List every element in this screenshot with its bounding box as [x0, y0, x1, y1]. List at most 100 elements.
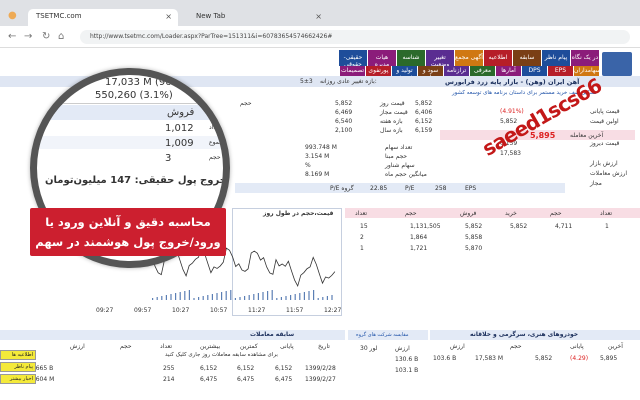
- info-label: بازه هفته: [380, 118, 403, 125]
- volume-bar: [299, 293, 301, 300]
- lens-sell-value: 1,009: [165, 138, 194, 149]
- forward-icon[interactable]: →: [24, 31, 32, 42]
- eps-value: 258: [435, 185, 447, 192]
- order-cell: 1,131,505: [410, 223, 441, 230]
- menu-item[interactable]: حقیقی-حقوقی: [339, 50, 367, 68]
- tab-close-icon[interactable]: ×: [315, 12, 322, 21]
- right-value: (4.91%): [500, 108, 524, 115]
- tab-close-icon[interactable]: ×: [165, 12, 172, 21]
- stat-value: 3.154 M: [305, 153, 330, 160]
- volume-bar: [152, 298, 154, 300]
- order-cell: 2: [360, 234, 364, 241]
- tab-new[interactable]: New Tab ×: [188, 9, 328, 26]
- menu-item[interactable]: تصمیمات مجمع: [340, 66, 365, 81]
- menu-item[interactable]: هیات مدیره: [368, 50, 396, 68]
- menu-item[interactable]: در یک نگاه: [571, 50, 599, 66]
- history-header-cell: ارزش: [70, 343, 85, 350]
- info-label: حجم: [240, 100, 252, 107]
- volume-bar: [248, 295, 250, 300]
- order-cell: 1: [605, 223, 609, 230]
- menu-item[interactable]: DPS: [522, 66, 547, 76]
- sector-cell: 5,895: [600, 355, 618, 362]
- banner-line-1: محاسبه دقیق و آنلاین ورود یا: [45, 215, 211, 229]
- history-cell: 214: [163, 376, 175, 383]
- right-label: ارزش معاملات: [590, 170, 628, 177]
- order-cell: 5,858: [465, 234, 483, 241]
- menu-item[interactable]: اطلاعیه: [484, 50, 512, 66]
- order-cell: 5,852: [465, 223, 483, 230]
- order-header: خرید: [505, 210, 517, 217]
- menu-item[interactable]: سود و زیان: [418, 66, 443, 81]
- lens-row-label: حجم: [209, 154, 221, 161]
- last-trade-label: آخرین معامله: [570, 132, 604, 139]
- sector-header-cell: حجم: [510, 343, 522, 350]
- sector-cell: 17,583 M: [475, 355, 504, 362]
- menu-item[interactable]: آمارها: [496, 66, 521, 76]
- volume-bar: [331, 295, 333, 300]
- info-label: بازه سال: [380, 127, 403, 134]
- lens-row-bg: [37, 136, 223, 149]
- menu-item[interactable]: EPS: [548, 66, 573, 76]
- menu-item[interactable]: پیام ناظر: [542, 50, 570, 66]
- lens-money-flow: خروج پول حقیقی: 147 میلیون‌تومان: [45, 175, 227, 186]
- menu-item[interactable]: شناسه: [397, 50, 425, 66]
- lens-sell-value: 3: [165, 153, 172, 164]
- info-label: قیمت روز: [380, 100, 405, 107]
- side-button[interactable]: پیام ناظر: [0, 362, 36, 372]
- stat-label: سهام شناور: [385, 162, 415, 169]
- info-value: 2,100: [335, 127, 353, 134]
- volume-bar: [308, 291, 310, 300]
- home-icon[interactable]: ⌂: [58, 31, 64, 42]
- stat-value: %: [305, 162, 311, 169]
- stat-label: میانگین حجم ماه: [385, 171, 427, 178]
- group-compare-bar: مقایسه شرکت های گروه: [348, 330, 428, 340]
- order-header: فروش: [460, 210, 477, 217]
- tab-tsetmc[interactable]: TSETMC.com ×: [28, 9, 178, 26]
- volume-bar: [313, 290, 315, 300]
- info-value: 6,469: [335, 109, 353, 116]
- info-value: 6,540: [335, 118, 353, 125]
- volume-bar: [170, 294, 172, 300]
- menu-item[interactable]: سابقه: [513, 50, 541, 66]
- history-header-cell: بیشترین: [200, 343, 221, 350]
- history-cell: 6,152: [275, 365, 293, 372]
- order-header: تعداد: [600, 210, 613, 217]
- group-cell: 130.6 B: [395, 356, 419, 363]
- lens-top-value: 17,033 M (96.6: [105, 77, 182, 88]
- chart-title: قیمت،حجم در طول روز: [263, 210, 334, 217]
- lens-row-label: تعداد: [209, 124, 222, 131]
- volume-bar: [184, 291, 186, 300]
- lens-sell-value: 1,012: [165, 123, 194, 134]
- history-cell: 1399/2/28: [305, 365, 336, 372]
- sector-header-cell: آخرین: [608, 343, 623, 350]
- menu-item[interactable]: تولید و فروش: [392, 66, 417, 81]
- address-bar[interactable]: http://www.tsetmc.com/Loader.aspx?ParTre…: [80, 30, 630, 44]
- side-button[interactable]: اطلاعیه ها: [0, 350, 36, 360]
- lens-second-value: 550,260 (3.1%): [95, 90, 173, 101]
- menu-item[interactable]: ترازنامه: [444, 66, 469, 76]
- side-button[interactable]: اخبار بیشتر: [0, 374, 36, 384]
- history-cell: 6,475: [275, 376, 293, 383]
- sector-cell: 5,852: [535, 355, 553, 362]
- back-icon[interactable]: ←: [8, 31, 16, 42]
- volume-bar: [188, 290, 190, 300]
- group-compare-title[interactable]: مقایسه شرکت های گروه: [356, 332, 409, 338]
- history-header-cell: تعداد: [160, 343, 173, 350]
- reload-icon[interactable]: ↻: [42, 31, 50, 42]
- menu-item[interactable]: معرفی: [470, 66, 495, 76]
- chart-x-tick: 10:27: [172, 307, 190, 314]
- order-cell: 5,870: [465, 245, 483, 252]
- menu-item[interactable]: سهامداران: [574, 66, 601, 76]
- lens-row-label: مجموع: [209, 139, 227, 146]
- volume-bar: [294, 294, 296, 300]
- history-note: برای مشاهده سابقه معاملات روز جاری کلیک …: [165, 352, 278, 358]
- menu-item[interactable]: تغییر وضعیت: [426, 50, 454, 68]
- menu-item[interactable]: پورتفوی: [366, 66, 391, 76]
- group-cell: 30 لور: [360, 345, 378, 352]
- stat-value: 993.748 M: [305, 144, 337, 151]
- menu-item[interactable]: آگهی مجمع: [455, 50, 483, 66]
- volume-bar: [239, 297, 241, 300]
- volume-bar: [202, 296, 204, 300]
- order-cell: 1,721: [410, 245, 428, 252]
- history-cell: 6,475: [200, 376, 218, 383]
